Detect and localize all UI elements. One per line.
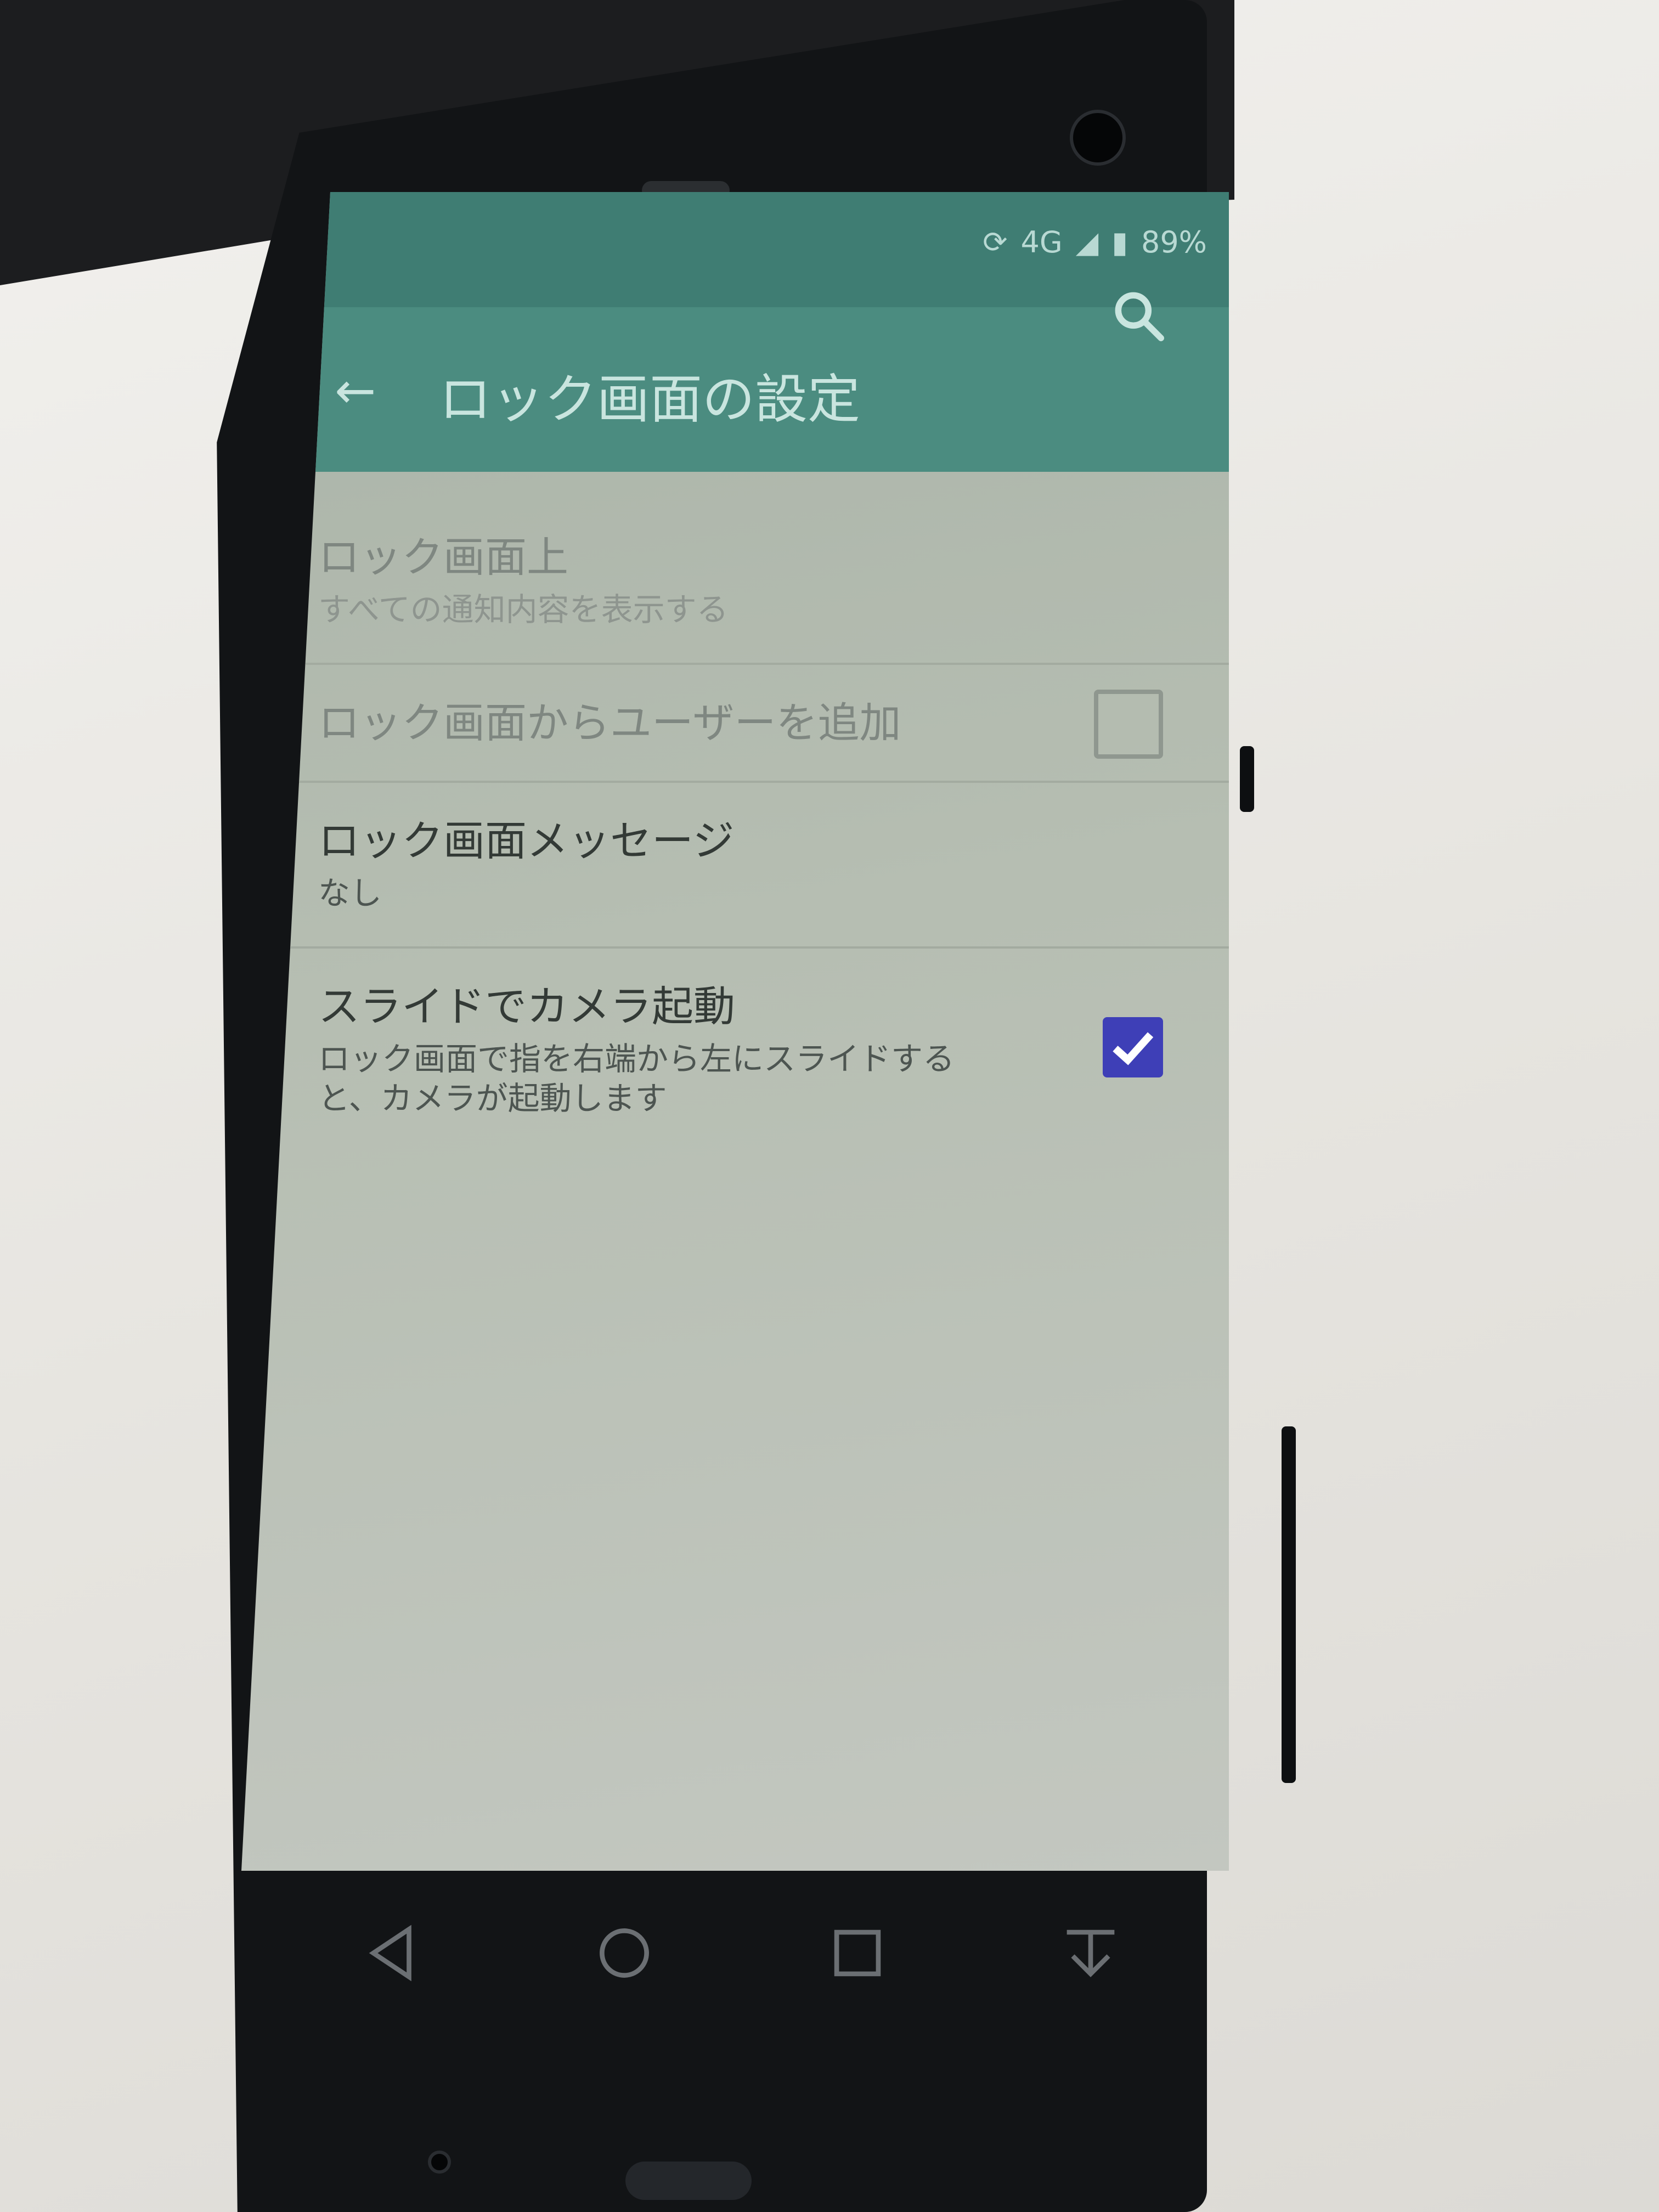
phone-screen: ⟳ 4G ◢ ▮ 89% ← ロック画面の設定 ロック画面上 すべての通知内容を… — [241, 192, 1229, 1871]
nav-back-icon[interactable] — [356, 1917, 427, 1989]
microphone-hole — [428, 2151, 451, 2174]
side-button-upper — [1240, 746, 1254, 812]
back-arrow-icon[interactable]: ← — [335, 362, 376, 420]
side-button-lower — [1282, 1426, 1296, 1783]
bottom-speaker — [625, 2162, 752, 2200]
add-user-checkbox[interactable] — [1094, 690, 1163, 759]
pref-title: ロック画面メッセージ — [318, 816, 735, 865]
sync-icon: ⟳ — [983, 225, 1008, 259]
search-icon[interactable] — [1108, 285, 1169, 346]
nav-home-icon[interactable] — [589, 1917, 660, 1989]
nav-hide-icon[interactable] — [1055, 1917, 1126, 1989]
battery-icon: ▮ — [1111, 225, 1128, 259]
rear-camera-lens — [1070, 110, 1126, 166]
pref-summary: なし — [318, 874, 382, 912]
navigation-bar — [274, 1876, 1207, 2030]
signal-icon: ◢ — [1075, 225, 1099, 259]
pref-lock-screen-notifications[interactable]: ロック画面上 すべての通知内容を表示する — [241, 499, 1229, 665]
page-title: ロック画面の設定 — [439, 369, 860, 430]
pref-add-user-from-lock-screen[interactable]: ロック画面からユーザーを追加 — [241, 665, 1229, 783]
checkmark-icon — [1113, 1032, 1154, 1065]
pref-summary: ロック画面で指を右端から左にスライドすると、カメラが起動します — [318, 1040, 955, 1118]
pref-lock-screen-message[interactable]: ロック画面メッセージ なし — [241, 783, 1229, 949]
app-bar: ← ロック画面の設定 — [241, 292, 1229, 472]
pref-title: ロック画面からユーザーを追加 — [318, 698, 901, 747]
status-bar: ⟳ 4G ◢ ▮ 89% — [241, 192, 1229, 307]
network-type: 4G — [1020, 225, 1063, 259]
pref-slide-camera-launch[interactable]: スライドでカメラ起動 ロック画面で指を右端から左にスライドすると、カメラが起動し… — [241, 949, 1229, 1152]
settings-list: ロック画面上 すべての通知内容を表示する ロック画面からユーザーを追加 ロック画… — [241, 499, 1229, 1152]
pref-title: スライドでカメラ起動 — [318, 981, 735, 1031]
pref-title: ロック画面上 — [318, 533, 568, 582]
pref-summary: すべての通知内容を表示する — [318, 591, 729, 629]
slide-camera-checkbox[interactable] — [1103, 1017, 1163, 1077]
battery-level: 89% — [1141, 225, 1207, 259]
nav-recents-icon[interactable] — [822, 1917, 893, 1989]
status-icons: ⟳ 4G ◢ ▮ 89% — [983, 225, 1207, 259]
